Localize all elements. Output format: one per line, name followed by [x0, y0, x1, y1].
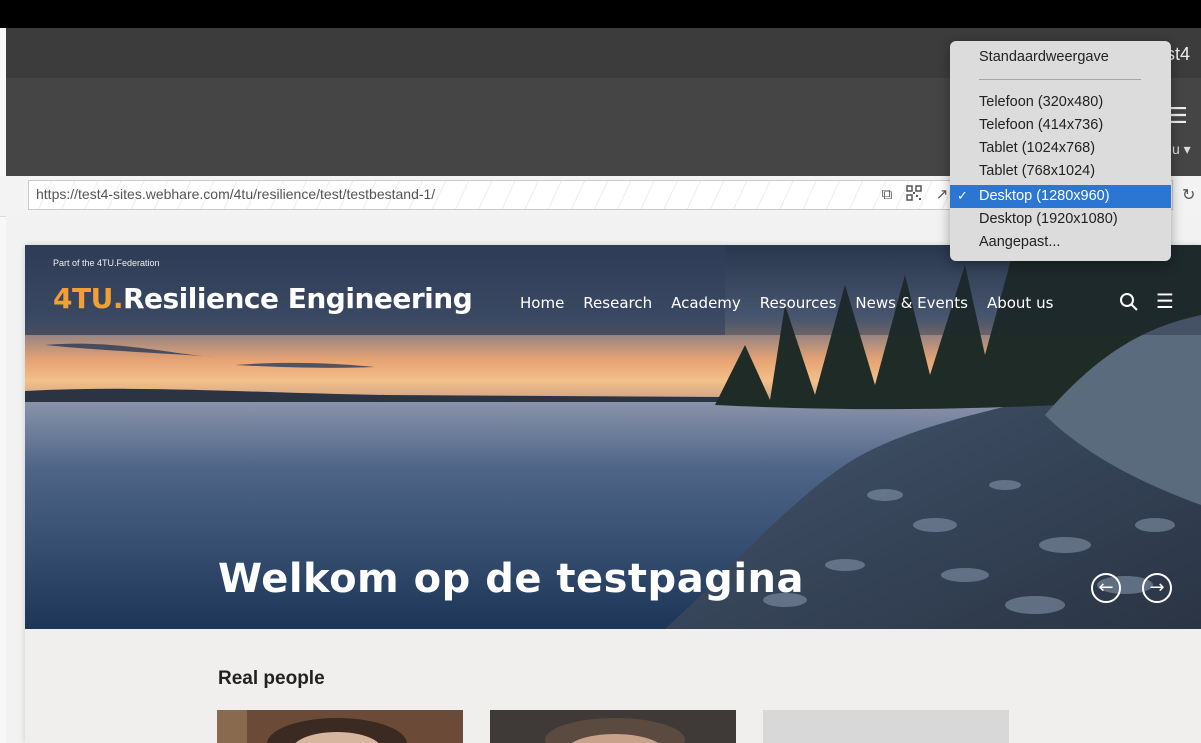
- menu-item-label: Desktop (1280x960): [979, 188, 1110, 204]
- menu-item-phone-320[interactable]: Telefoon (320x480): [950, 91, 1171, 114]
- menu-item-label: Telefoon (414x736): [979, 117, 1104, 133]
- person-photo-2[interactable]: [490, 710, 736, 743]
- checkmark-icon: ✓: [957, 189, 968, 204]
- nav-resources[interactable]: Resources: [760, 294, 837, 312]
- person-photo-1[interactable]: [217, 710, 463, 743]
- site-hamburger-icon[interactable]: ☰: [1156, 289, 1174, 313]
- nav-home[interactable]: Home: [520, 294, 564, 312]
- menu-item-desktop-1920[interactable]: Desktop (1920x1080): [950, 208, 1171, 231]
- menu-item-default-view[interactable]: Standaardweergave: [950, 46, 1171, 69]
- next-slide-arrow-icon[interactable]: →: [1142, 573, 1172, 603]
- site-logo[interactable]: 4TU.Resilience Engineering: [53, 282, 473, 315]
- menu-item-custom[interactable]: Aangepast...: [950, 231, 1171, 254]
- device-size-menu: Standaardweergave Telefoon (320x480) Tel…: [950, 41, 1171, 261]
- hero-heading: Welkom op de testpagina: [218, 556, 804, 602]
- menu-item-label: Tablet (1024x768): [979, 140, 1096, 156]
- nav-research[interactable]: Research: [583, 294, 652, 312]
- menu-item-label: Telefoon (320x480): [979, 94, 1104, 110]
- copy-icon[interactable]: ⧉: [878, 185, 896, 203]
- nav-academy[interactable]: Academy: [671, 294, 741, 312]
- site-nav: Home Research Academy Resources News & E…: [520, 294, 1072, 312]
- qr-code-icon[interactable]: [905, 185, 923, 203]
- menu-item-desktop-1280[interactable]: ✓ Desktop (1280x960): [950, 185, 1171, 208]
- person-photo-placeholder[interactable]: [763, 710, 1009, 743]
- search-icon[interactable]: [1118, 291, 1140, 313]
- menu-item-tablet-768[interactable]: Tablet (768x1024): [950, 160, 1171, 183]
- url-text[interactable]: https://test4-sites.webhare.com/4tu/resi…: [36, 186, 435, 202]
- reload-icon[interactable]: ↻: [1182, 185, 1195, 204]
- section-heading: Real people: [218, 668, 325, 689]
- menu-item-label: Desktop (1920x1080): [979, 211, 1118, 227]
- menu-item-tablet-1024[interactable]: Tablet (1024x768): [950, 137, 1171, 160]
- federation-label[interactable]: Part of the 4TU.Federation: [53, 258, 160, 268]
- menu-separator: [979, 79, 1141, 80]
- nav-news-events[interactable]: News & Events: [855, 294, 968, 312]
- menu-item-label: Aangepast...: [979, 234, 1061, 250]
- open-external-icon[interactable]: ↗: [933, 185, 951, 203]
- screen-top-bar: [0, 0, 1201, 28]
- logo-prefix: 4TU.: [53, 282, 123, 315]
- user-menu-toggle[interactable]: u ▾: [1172, 141, 1191, 158]
- nav-about-us[interactable]: About us: [987, 294, 1053, 312]
- prev-slide-arrow-icon[interactable]: ←: [1091, 573, 1121, 603]
- logo-main: Resilience Engineering: [122, 282, 473, 315]
- menu-item-phone-414[interactable]: Telefoon (414x736): [950, 114, 1171, 137]
- menu-item-label: Tablet (768x1024): [979, 163, 1096, 179]
